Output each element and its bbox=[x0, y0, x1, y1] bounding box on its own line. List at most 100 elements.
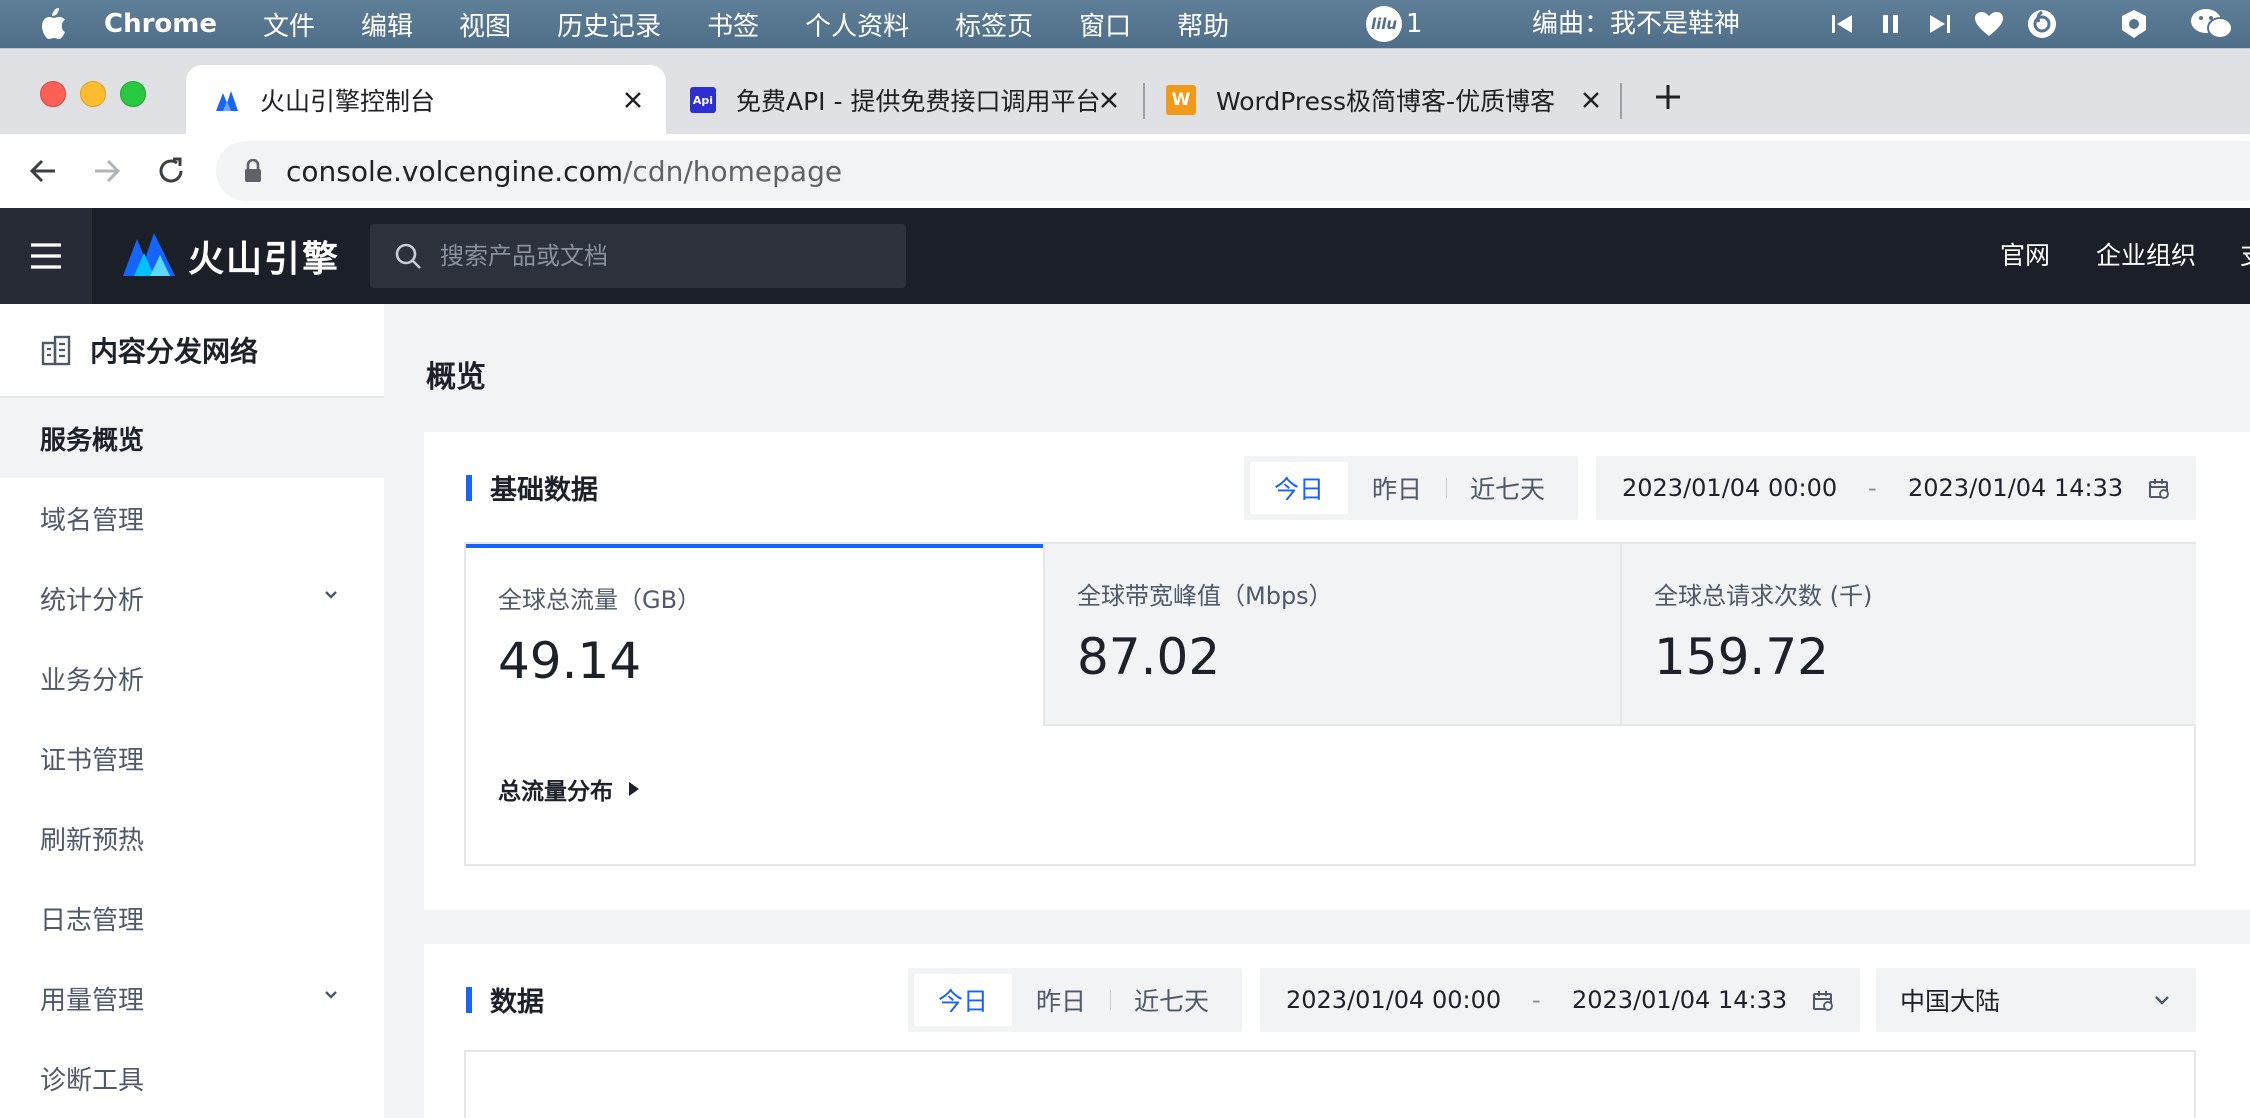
menu-file[interactable]: 文件 bbox=[263, 6, 315, 43]
data-card: 数据 今日 昨日 近七天 2023/01/04 00:00 - 2023/01/… bbox=[424, 944, 2250, 1118]
metric-label: 全球总流量（GB） bbox=[498, 586, 702, 614]
pause-icon[interactable] bbox=[1878, 11, 1904, 37]
menu-edit[interactable]: 编辑 bbox=[361, 6, 413, 43]
period-yesterday-option[interactable]: 昨日 bbox=[1012, 974, 1110, 1026]
date-start: 2023/01/04 00:00 bbox=[1622, 474, 1838, 502]
data-chart-area bbox=[464, 1050, 2196, 1118]
window-minimize-button[interactable] bbox=[80, 81, 106, 107]
period-today-option[interactable]: 今日 bbox=[914, 974, 1013, 1026]
card-title: 数据 bbox=[466, 980, 544, 1019]
period-yesterday-option[interactable]: 昨日 bbox=[1348, 462, 1446, 514]
metric-label: 全球带宽峰值（Mbps） bbox=[1077, 582, 1333, 610]
volcengine-logo-icon bbox=[122, 231, 176, 281]
tab-wordpress-blog[interactable]: W WordPress极简博客-优质博客 bbox=[1146, 65, 1624, 135]
sidebar-item-label: 诊断工具 bbox=[40, 1065, 145, 1096]
tab-separator bbox=[1620, 83, 1622, 119]
tab-free-api[interactable]: Api 免费API - 提供免费接口调用平台 bbox=[666, 65, 1142, 135]
api-favicon-icon: Api bbox=[690, 87, 716, 113]
menu-history[interactable]: 历史记录 bbox=[557, 6, 661, 43]
menu-window[interactable]: 窗口 bbox=[1079, 6, 1131, 43]
search-icon bbox=[394, 242, 422, 270]
sidebar-title-text: 内容分发网络 bbox=[90, 335, 259, 368]
menu-profile[interactable]: 个人资料 bbox=[805, 6, 909, 43]
period-segmented-control: 今日 昨日 近七天 bbox=[908, 968, 1242, 1032]
period-7days-option[interactable]: 近七天 bbox=[1110, 974, 1233, 1026]
back-arrow-icon[interactable] bbox=[20, 148, 66, 194]
traffic-distribution-toggle[interactable]: 总流量分布 bbox=[498, 772, 641, 806]
menu-bookmarks[interactable]: 书签 bbox=[707, 6, 759, 43]
sidebar-item-label: 域名管理 bbox=[40, 505, 145, 536]
period-today-option[interactable]: 今日 bbox=[1250, 462, 1349, 514]
sidebar-item-label: 用量管理 bbox=[40, 985, 145, 1016]
forward-arrow-icon[interactable] bbox=[84, 148, 130, 194]
now-playing-text[interactable]: 编曲：我不是鞋神 bbox=[1532, 0, 1740, 48]
address-bar[interactable]: console.volcengine.com/cdn/homepage bbox=[216, 141, 2250, 201]
metric-total-requests[interactable]: 全球总请求次数 (千) 159.72 bbox=[1620, 544, 2196, 726]
sidebar-item-usage[interactable]: 用量管理 bbox=[0, 958, 384, 1038]
chevron-down-icon bbox=[322, 986, 340, 1004]
w-favicon-icon: W bbox=[1166, 85, 1196, 115]
previous-track-icon[interactable] bbox=[1830, 11, 1856, 37]
url-text[interactable]: console.volcengine.com/cdn/homepage bbox=[286, 155, 842, 188]
global-search[interactable] bbox=[370, 224, 906, 288]
metric-bandwidth-peak[interactable]: 全球带宽峰值（Mbps） 87.02 bbox=[1043, 544, 1620, 726]
metric-value: 87.02 bbox=[1077, 628, 1221, 686]
new-tab-icon[interactable] bbox=[1648, 77, 1688, 117]
menu-app-chrome[interactable]: Chrome bbox=[104, 9, 217, 39]
sidebar-item-statistics[interactable]: 统计分析 bbox=[0, 558, 384, 638]
sidebar-item-label: 业务分析 bbox=[40, 665, 145, 696]
date-range-picker[interactable]: 2023/01/04 00:00 - 2023/01/04 14:33 bbox=[1260, 968, 1860, 1032]
menu-tabs[interactable]: 标签页 bbox=[955, 6, 1033, 43]
window-close-button[interactable] bbox=[40, 81, 66, 107]
sidebar-item-refresh-preload[interactable]: 刷新预热 bbox=[0, 798, 384, 878]
region-select-value: 中国大陆 bbox=[1900, 987, 2001, 1016]
header-link-official-site[interactable]: 官网 bbox=[2000, 208, 2050, 304]
date-end: 2023/01/04 14:33 bbox=[1908, 474, 2124, 502]
netease-music-icon[interactable] bbox=[2026, 8, 2058, 40]
tab-close-icon[interactable] bbox=[1094, 85, 1124, 115]
media-controls bbox=[1830, 0, 2250, 48]
volcengine-logo[interactable]: 火山引擎 bbox=[122, 230, 340, 282]
chevron-down-icon bbox=[2152, 990, 2172, 1010]
status-badge-group[interactable]: lilu 1 bbox=[1366, 0, 1423, 48]
card-title-text: 数据 bbox=[490, 987, 544, 1018]
menu-help[interactable]: 帮助 bbox=[1177, 6, 1229, 43]
heart-icon[interactable] bbox=[1974, 11, 2004, 37]
search-input[interactable] bbox=[440, 242, 860, 270]
tab-close-icon[interactable] bbox=[1576, 85, 1606, 115]
next-track-icon[interactable] bbox=[1926, 11, 1952, 37]
sidebar-item-certificates[interactable]: 证书管理 bbox=[0, 718, 384, 798]
tab-close-icon[interactable] bbox=[618, 85, 648, 115]
window-zoom-button[interactable] bbox=[120, 81, 146, 107]
reload-icon[interactable] bbox=[148, 148, 194, 194]
header-link-support[interactable]: 支 bbox=[2240, 208, 2250, 304]
hamburger-menu-icon[interactable] bbox=[0, 208, 92, 304]
sidebar-item-business-analysis[interactable]: 业务分析 bbox=[0, 638, 384, 718]
period-7days-option[interactable]: 近七天 bbox=[1446, 462, 1569, 514]
basic-data-card: 基础数据 今日 昨日 近七天 2023/01/04 00:00 - 2023/0… bbox=[424, 432, 2250, 910]
product-sidebar: 内容分发网络 服务概览 域名管理 统计分析 业务分析 证书管理 刷新预热 日志管… bbox=[0, 304, 384, 1118]
sidebar-item-logs[interactable]: 日志管理 bbox=[0, 878, 384, 958]
caret-right-icon bbox=[627, 781, 641, 797]
tab-separator bbox=[1143, 83, 1145, 119]
wechat-icon[interactable] bbox=[2190, 7, 2234, 41]
tab-volcengine-console[interactable]: 火山引擎控制台 bbox=[186, 65, 666, 135]
lock-icon[interactable] bbox=[244, 159, 262, 183]
sidebar-item-label: 统计分析 bbox=[40, 585, 145, 616]
shield-status-icon[interactable] bbox=[2120, 8, 2148, 40]
browser-toolbar: console.volcengine.com/cdn/homepage bbox=[0, 134, 2250, 208]
date-end: 2023/01/04 14:33 bbox=[1572, 986, 1788, 1014]
sidebar-item-diagnostics[interactable]: 诊断工具 bbox=[0, 1038, 384, 1118]
region-select[interactable]: 中国大陆 bbox=[1876, 968, 2196, 1032]
menu-view[interactable]: 视图 bbox=[459, 6, 511, 43]
sidebar-item-domain-management[interactable]: 域名管理 bbox=[0, 478, 384, 558]
sidebar-item-label: 日志管理 bbox=[40, 905, 145, 936]
header-link-enterprise-org[interactable]: 企业组织 bbox=[2096, 208, 2196, 304]
macos-menu-bar: Chrome 文件 编辑 视图 历史记录 书签 个人资料 标签页 窗口 帮助 l… bbox=[0, 0, 2250, 48]
sidebar-item-service-overview[interactable]: 服务概览 bbox=[0, 398, 384, 478]
date-range-picker[interactable]: 2023/01/04 00:00 - 2023/01/04 14:33 bbox=[1596, 456, 2196, 520]
metric-total-traffic[interactable]: 全球总流量（GB） 49.14 bbox=[466, 544, 1043, 726]
browser-tab-strip: 火山引擎控制台 Api 免费API - 提供免费接口调用平台 W WordPre… bbox=[0, 48, 2250, 135]
apple-icon[interactable] bbox=[38, 8, 68, 39]
period-segmented-control: 今日 昨日 近七天 bbox=[1244, 456, 1578, 520]
